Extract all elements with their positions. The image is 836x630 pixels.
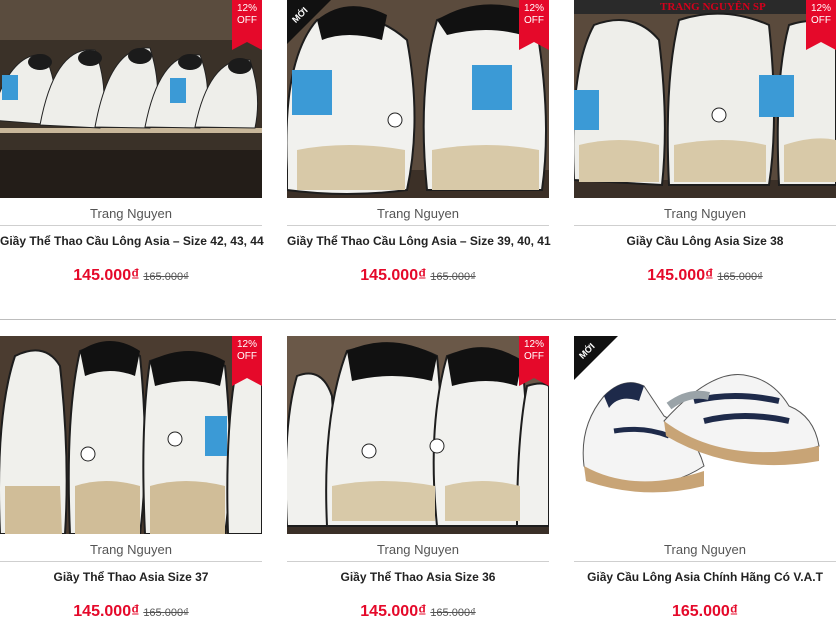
sale-price: 145.000₫ xyxy=(647,267,714,284)
divider xyxy=(574,225,836,226)
divider xyxy=(287,561,549,562)
divider xyxy=(0,561,262,562)
sale-price: 165.000₫ xyxy=(671,603,739,620)
sale-price: 145.000₫ xyxy=(360,603,427,620)
sale-price: 145.000₫ xyxy=(73,603,140,620)
discount-off-label: OFF xyxy=(524,351,544,362)
product-card[interactable]: 12% OFF Trang Nguyen Giầy Thể Thao Cầu L… xyxy=(0,0,264,286)
price-block: 145.000₫ 165.000₫ xyxy=(287,602,549,622)
discount-badge: 12% OFF xyxy=(232,0,262,50)
sale-price: 145.000₫ xyxy=(360,267,427,284)
discount-badge: 12% OFF xyxy=(232,336,262,386)
product-image[interactable]: TRANG NGUYÊN SP 12% OFF xyxy=(574,0,836,198)
price-block: 165.000₫ xyxy=(574,602,836,622)
product-title[interactable]: Giầy Thể Thao Cầu Lông Asia – Size 39, 4… xyxy=(287,233,551,249)
product-image[interactable]: MỚI xyxy=(574,336,836,534)
shoe-shelf-photo xyxy=(0,0,262,198)
product-title[interactable]: Giầy Thể Thao Asia Size 37 xyxy=(0,569,262,585)
product-brand: Trang Nguyen xyxy=(90,206,172,221)
product-image[interactable]: 12% OFF xyxy=(0,336,262,534)
product-title[interactable]: Giầy Thể Thao Cầu Lông Asia – Size 42, 4… xyxy=(0,233,264,249)
price-block: 145.000₫ 165.000₫ xyxy=(287,266,549,286)
discount-badge: 12% OFF xyxy=(519,0,549,50)
store-logo-overlay: TRANG NGUYÊN SP xyxy=(660,1,766,13)
product-title[interactable]: Giầy Cầu Lông Asia Chính Hãng Có V.A.T xyxy=(574,569,836,585)
discount-percent: 12% xyxy=(523,3,544,14)
product-brand: Trang Nguyen xyxy=(377,542,459,557)
discount-percent: 12% xyxy=(236,3,257,14)
divider xyxy=(287,225,549,226)
discount-percent: 12% xyxy=(523,339,544,350)
shoe-shelf-photo xyxy=(574,0,836,198)
discount-off-label: OFF xyxy=(811,15,831,26)
product-card[interactable]: 12% OFF Trang Nguyen Giầy Thể Thao Asia … xyxy=(0,336,262,622)
product-card[interactable]: MỚI 12% OFF Trang Nguyen Giầy Thể Thao C… xyxy=(287,0,551,286)
old-price: 165.000₫ xyxy=(430,271,476,283)
price-block: 145.000₫ 165.000₫ xyxy=(0,266,262,286)
product-brand: Trang Nguyen xyxy=(377,206,459,221)
discount-badge: 12% OFF xyxy=(519,336,549,386)
divider xyxy=(0,225,262,226)
old-price: 165.000₫ xyxy=(143,607,189,619)
product-title[interactable]: Giầy Cầu Lông Asia Size 38 xyxy=(574,233,836,249)
old-price: 165.000₫ xyxy=(143,271,189,283)
old-price: 165.000₫ xyxy=(430,607,476,619)
product-card[interactable]: 12% OFF Trang Nguyen Giầy Thể Thao Asia … xyxy=(287,336,549,622)
discount-off-label: OFF xyxy=(237,15,257,26)
discount-percent: 12% xyxy=(236,339,257,350)
product-card[interactable]: MỚI Trang Nguyen Giầy Cầu Lông Asia Chín… xyxy=(574,336,836,622)
price-block: 145.000₫ 165.000₫ xyxy=(0,602,262,622)
discount-percent: 12% xyxy=(810,3,831,14)
product-brand: Trang Nguyen xyxy=(664,542,746,557)
product-image[interactable]: 12% OFF xyxy=(0,0,262,198)
price-block: 145.000₫ 165.000₫ xyxy=(574,266,836,286)
discount-off-label: OFF xyxy=(237,351,257,362)
sale-price: 145.000₫ xyxy=(73,267,140,284)
product-brand: Trang Nguyen xyxy=(664,206,746,221)
shoe-shelf-photo xyxy=(287,336,549,534)
product-image[interactable]: MỚI 12% OFF xyxy=(287,0,549,198)
shoe-shelf-photo xyxy=(0,336,262,534)
old-price: 165.000₫ xyxy=(717,271,763,283)
product-brand: Trang Nguyen xyxy=(90,542,172,557)
row-divider xyxy=(0,319,836,320)
divider xyxy=(574,561,836,562)
product-title[interactable]: Giầy Thể Thao Asia Size 36 xyxy=(287,569,549,585)
discount-badge: 12% OFF xyxy=(806,0,836,50)
product-image[interactable]: 12% OFF xyxy=(287,336,549,534)
product-card[interactable]: TRANG NGUYÊN SP 12% OFF Trang Nguyen Giầ… xyxy=(574,0,836,286)
discount-off-label: OFF xyxy=(524,15,544,26)
